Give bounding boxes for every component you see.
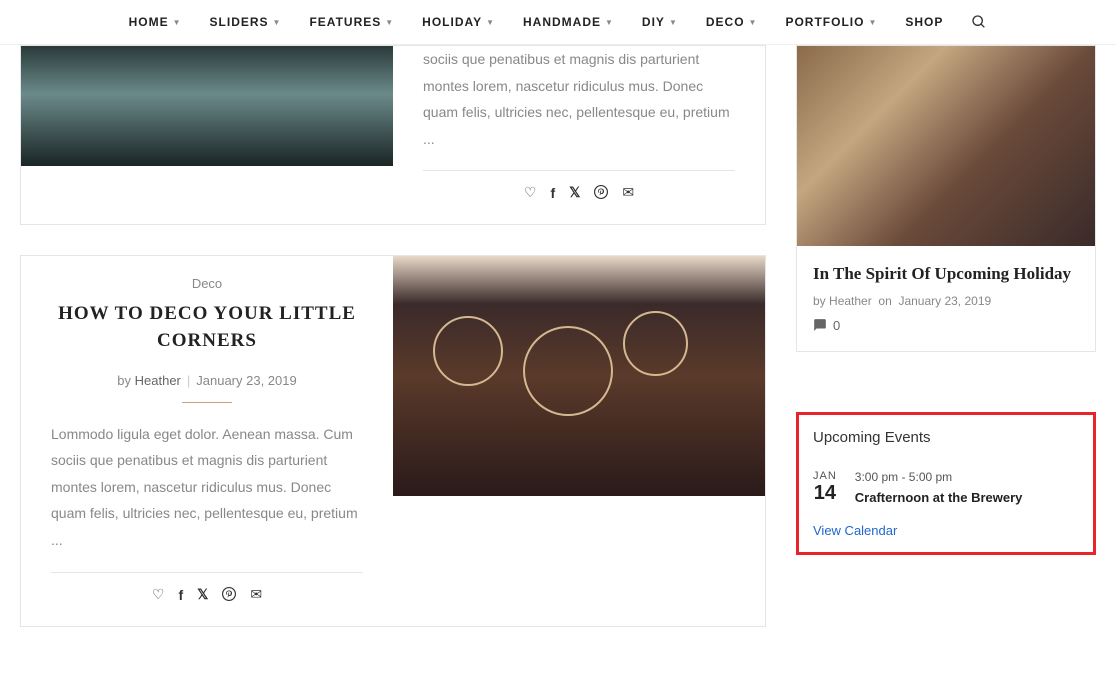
sidebar-post-title[interactable]: In The Spirit Of Upcoming Holiday	[797, 246, 1095, 294]
main-column: sociis que penatibus et magnis dis partu…	[20, 45, 766, 657]
post-image[interactable]	[21, 46, 393, 166]
nav-sliders[interactable]: SLIDERS▼	[210, 15, 282, 29]
sidebar-post-meta: by Heather on January 23, 2019	[797, 294, 1095, 318]
post-byline: by Heather|January 23, 2019	[51, 373, 363, 388]
pinterest-icon[interactable]	[594, 185, 608, 204]
post-title[interactable]: HOW TO DECO YOUR LITTLE CORNERS	[51, 301, 363, 354]
event-time: 3:00 pm - 5:00 pm	[855, 470, 1079, 484]
comment-icon	[813, 318, 827, 332]
nav-diy[interactable]: DIY▼	[642, 15, 678, 29]
post-author[interactable]: Heather	[135, 373, 181, 388]
nav-home[interactable]: HOME▼	[129, 15, 182, 29]
chevron-down-icon: ▼	[273, 18, 282, 27]
x-twitter-icon[interactable]: 𝕏	[569, 185, 580, 204]
divider	[182, 402, 232, 403]
nav-deco[interactable]: DECO▼	[706, 15, 758, 29]
nav-portfolio[interactable]: PORTFOLIO▼	[785, 15, 877, 29]
sidebar-comments[interactable]: 0	[797, 318, 1095, 333]
heart-icon[interactable]: ♡	[524, 185, 537, 204]
pinterest-icon[interactable]	[222, 587, 236, 606]
event-date: JAN 14	[813, 470, 837, 505]
sidebar-post-author[interactable]: Heather	[829, 294, 872, 308]
nav-handmade[interactable]: HANDMADE▼	[523, 15, 614, 29]
nav-holiday[interactable]: HOLIDAY▼	[422, 15, 495, 29]
arrow-notch	[381, 366, 393, 390]
nav-features[interactable]: FEATURES▼	[309, 15, 394, 29]
chevron-down-icon: ▼	[173, 18, 182, 27]
chevron-down-icon: ▼	[868, 18, 877, 27]
main-nav: HOME▼ SLIDERS▼ FEATURES▼ HOLIDAY▼ HANDMA…	[0, 0, 1116, 45]
post-category[interactable]: Deco	[51, 276, 363, 291]
chevron-down-icon: ▼	[385, 18, 394, 27]
facebook-icon[interactable]: f	[178, 587, 183, 606]
email-icon[interactable]: ✉	[622, 185, 634, 204]
event-item[interactable]: JAN 14 3:00 pm - 5:00 pm Crafternoon at …	[813, 470, 1079, 505]
chevron-down-icon: ▼	[749, 18, 758, 27]
sidebar-post-image[interactable]	[797, 46, 1095, 246]
share-bar: ♡ f 𝕏 ✉	[51, 572, 363, 606]
nav-shop[interactable]: SHOP	[905, 15, 943, 29]
post-excerpt: sociis que penatibus et magnis dis partu…	[423, 46, 735, 152]
sidebar-post-date: January 23, 2019	[898, 294, 991, 308]
post-excerpt: Lommodo ligula eget dolor. Aenean massa.…	[51, 421, 363, 554]
view-calendar-link[interactable]: View Calendar	[813, 523, 1079, 538]
sidebar-post-card: In The Spirit Of Upcoming Holiday by Hea…	[796, 45, 1096, 352]
chevron-down-icon: ▼	[669, 18, 678, 27]
events-widget: Upcoming Events JAN 14 3:00 pm - 5:00 pm…	[796, 412, 1096, 555]
email-icon[interactable]: ✉	[250, 587, 262, 606]
event-name: Crafternoon at the Brewery	[855, 490, 1079, 505]
post-image[interactable]	[393, 256, 765, 496]
post-card-partial: sociis que penatibus et magnis dis partu…	[20, 45, 766, 225]
facebook-icon[interactable]: f	[550, 185, 555, 204]
chevron-down-icon: ▼	[605, 18, 614, 27]
search-icon[interactable]	[971, 14, 987, 30]
post-date: January 23, 2019	[196, 373, 296, 388]
x-twitter-icon[interactable]: 𝕏	[197, 587, 208, 606]
events-title: Upcoming Events	[813, 429, 1079, 446]
chevron-down-icon: ▼	[486, 18, 495, 27]
share-bar: ♡ f 𝕏 ✉	[423, 170, 735, 204]
heart-icon[interactable]: ♡	[152, 587, 165, 606]
post-card: Deco HOW TO DECO YOUR LITTLE CORNERS by …	[20, 255, 766, 626]
sidebar: In The Spirit Of Upcoming Holiday by Hea…	[796, 45, 1096, 657]
